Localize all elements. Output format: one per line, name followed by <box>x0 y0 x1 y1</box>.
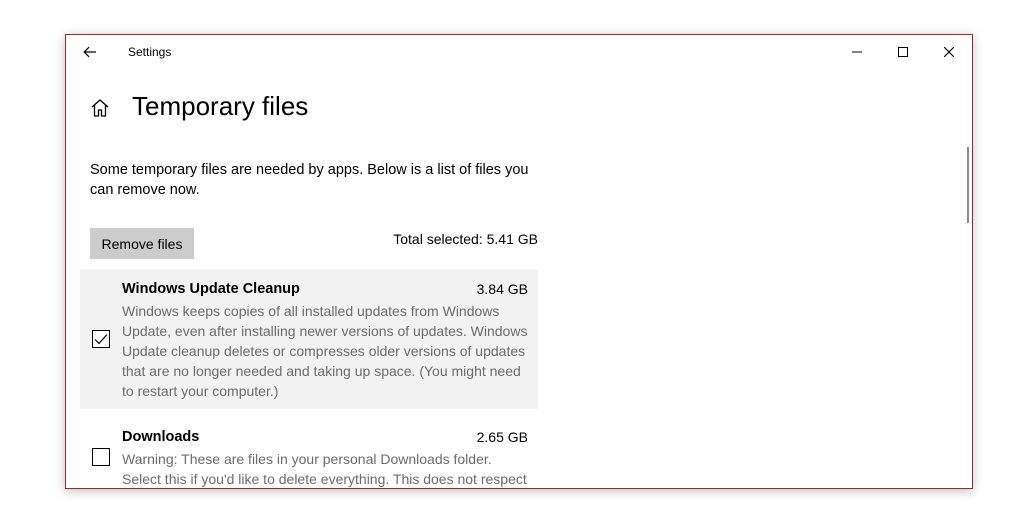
checkmark-icon <box>94 334 108 345</box>
settings-window: Settings Temporary files Some temporary … <box>65 34 973 489</box>
minimize-icon <box>852 51 862 53</box>
total-selected-label: Total selected: 5.41 GB <box>393 231 538 247</box>
close-icon <box>944 47 954 57</box>
maximize-button[interactable] <box>880 35 926 69</box>
page-title: Temporary files <box>132 91 309 121</box>
item-description: Windows keeps copies of all installed up… <box>122 303 528 399</box>
scrollbar[interactable] <box>967 147 969 223</box>
checkbox-checked[interactable] <box>92 330 110 348</box>
minimize-button[interactable] <box>834 35 880 69</box>
remove-files-button[interactable]: Remove files <box>90 228 194 259</box>
back-button[interactable] <box>78 41 102 63</box>
list-item-windows-update-cleanup[interactable]: Windows Update Cleanup 3.84 GB Windows k… <box>80 269 538 409</box>
item-size: 3.84 GB <box>476 281 528 297</box>
maximize-icon <box>898 47 908 57</box>
item-name: Downloads <box>122 429 200 445</box>
list-item-downloads[interactable]: Downloads 2.65 GB Warning: These are fil… <box>80 417 538 488</box>
back-arrow-icon <box>83 46 96 58</box>
title-bar: Settings <box>66 35 972 69</box>
close-button[interactable] <box>926 35 972 69</box>
item-description: Warning: These are files in your persona… <box>122 451 527 487</box>
window-title: Settings <box>128 45 172 59</box>
checkbox-unchecked[interactable] <box>92 448 110 466</box>
home-icon[interactable] <box>89 97 111 119</box>
item-name: Windows Update Cleanup <box>122 281 300 297</box>
item-size: 2.65 GB <box>476 429 528 445</box>
intro-text: Some temporary files are needed by apps.… <box>90 162 529 198</box>
